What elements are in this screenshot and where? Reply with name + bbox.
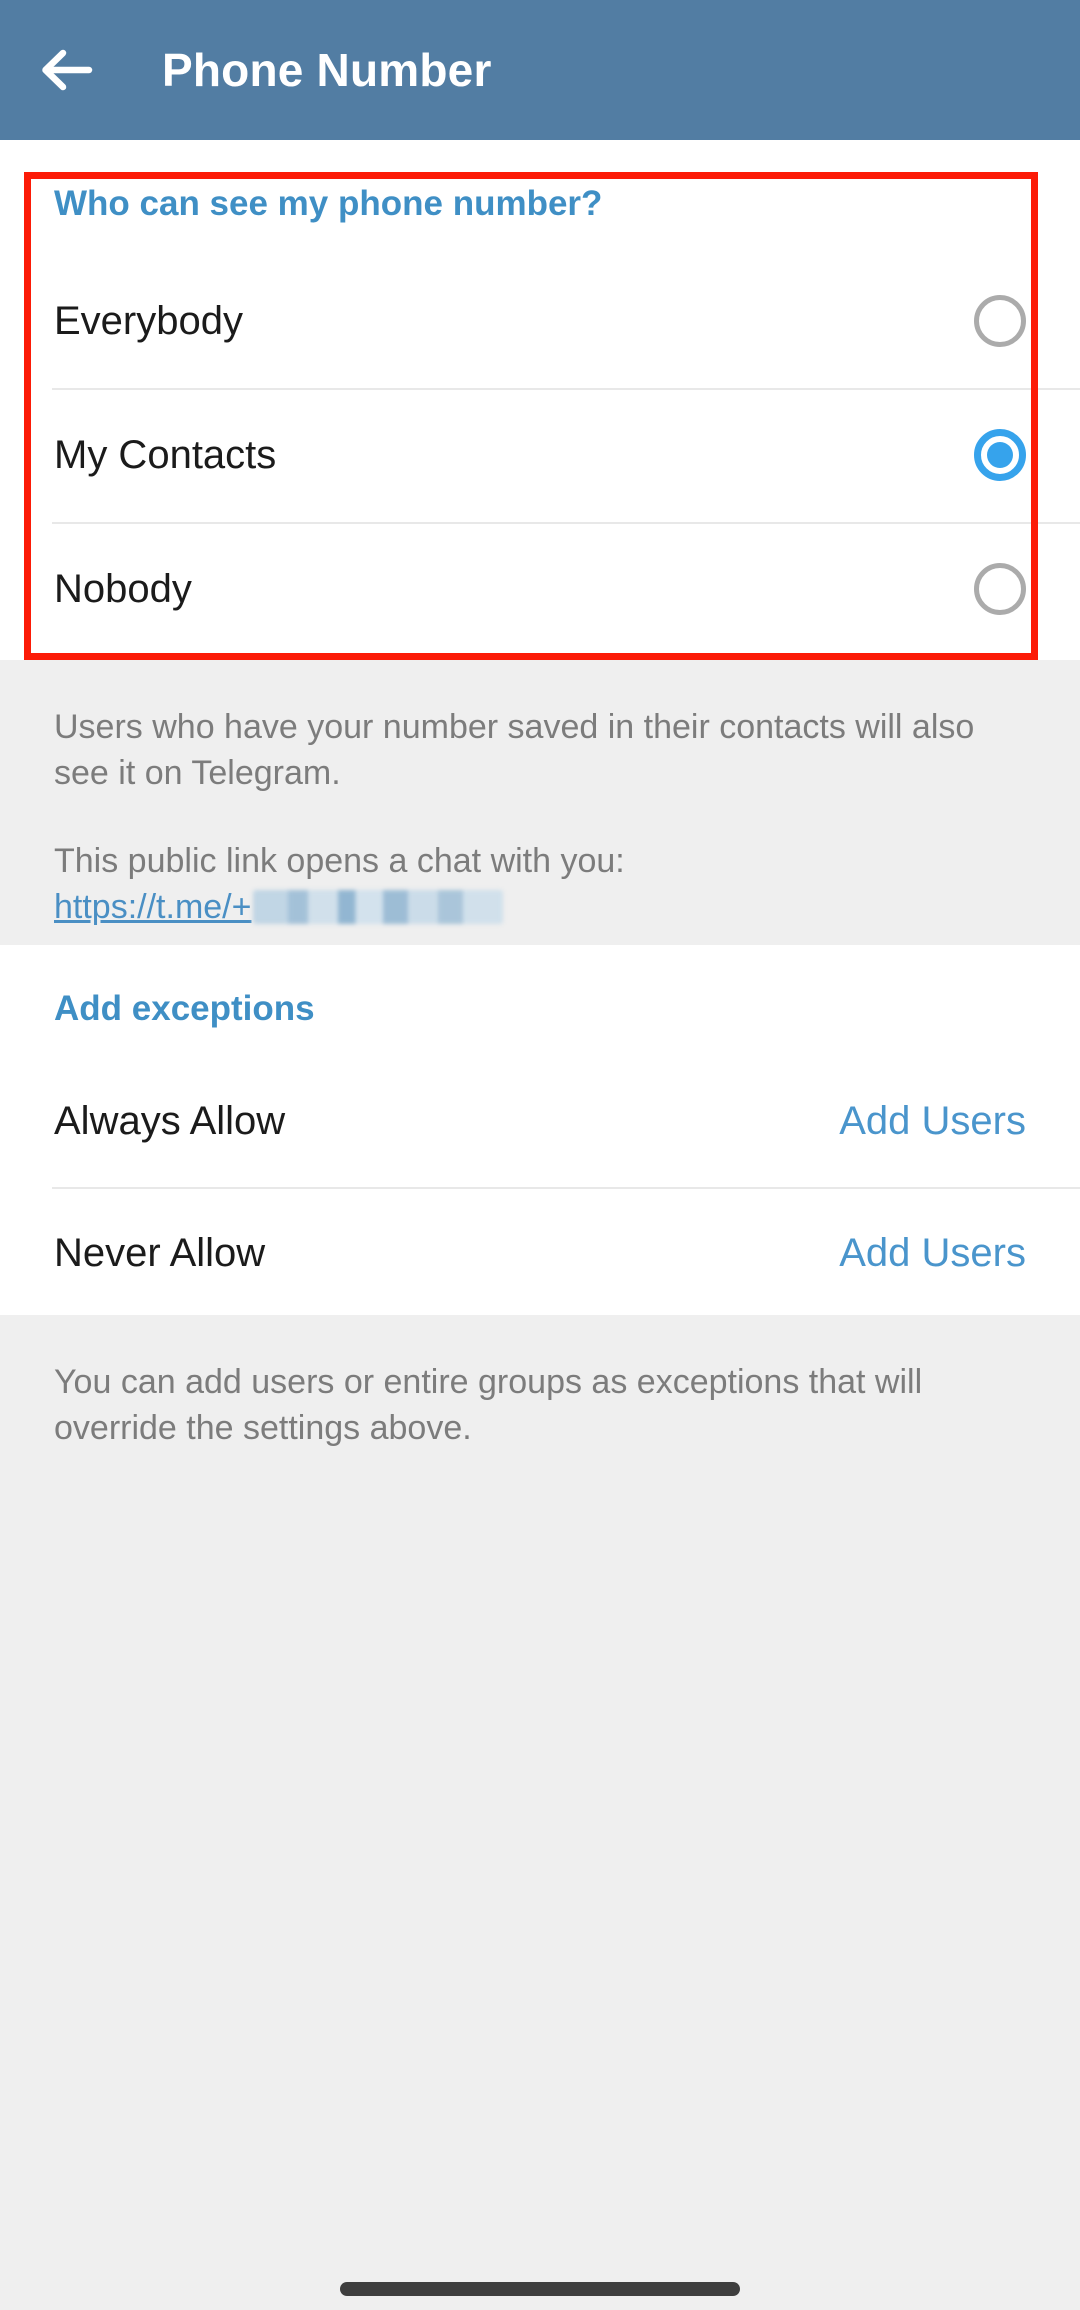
option-row-nobody[interactable]: Nobody bbox=[0, 522, 1080, 656]
option-row-everybody[interactable]: Everybody bbox=[0, 254, 1080, 388]
home-indicator[interactable] bbox=[340, 2282, 740, 2296]
app-bar: Phone Number bbox=[0, 0, 1080, 140]
redacted-link-segment bbox=[253, 890, 504, 924]
page-title: Phone Number bbox=[162, 44, 492, 96]
exceptions-footnote: You can add users or entire groups as ex… bbox=[0, 1315, 1080, 1495]
option-row-my-contacts[interactable]: My Contacts bbox=[0, 388, 1080, 522]
privacy-footnote-text: Users who have your number saved in thei… bbox=[54, 708, 975, 792]
option-label-my-contacts: My Contacts bbox=[54, 432, 277, 477]
exception-row-never-allow[interactable]: Never Allow Add Users bbox=[0, 1187, 1080, 1319]
exception-row-always-allow[interactable]: Always Allow Add Users bbox=[0, 1055, 1080, 1187]
exception-label-never-allow: Never Allow bbox=[54, 1230, 266, 1275]
public-link-line: https://t.me/+ bbox=[54, 884, 1026, 930]
option-label-nobody: Nobody bbox=[54, 566, 192, 611]
radio-nobody[interactable] bbox=[974, 563, 1026, 615]
option-label-everybody: Everybody bbox=[54, 298, 243, 343]
exceptions-card: Add exceptions Always Allow Add Users Ne… bbox=[0, 945, 1080, 1315]
exception-label-always-allow: Always Allow bbox=[54, 1098, 286, 1143]
privacy-options-card: Who can see my phone number? Everybody M… bbox=[0, 140, 1080, 660]
radio-everybody[interactable] bbox=[974, 295, 1026, 347]
exceptions-section-header: Add exceptions bbox=[54, 989, 315, 1028]
privacy-section-header: Who can see my phone number? bbox=[54, 184, 603, 223]
arrow-left-icon bbox=[39, 48, 93, 92]
privacy-footnote: Users who have your number saved in thei… bbox=[0, 660, 1080, 945]
phone-number-privacy-screen: Phone Number Who can see my phone number… bbox=[0, 0, 1080, 2310]
add-users-button-always-allow[interactable]: Add Users bbox=[839, 1099, 1026, 1144]
exceptions-footnote-text: You can add users or entire groups as ex… bbox=[54, 1363, 923, 1447]
public-link[interactable]: https://t.me/+ bbox=[54, 888, 251, 926]
radio-my-contacts[interactable] bbox=[974, 429, 1026, 481]
back-button[interactable] bbox=[14, 0, 118, 140]
public-link-intro: This public link opens a chat with you: bbox=[54, 842, 625, 880]
add-users-button-never-allow[interactable]: Add Users bbox=[839, 1231, 1026, 1276]
